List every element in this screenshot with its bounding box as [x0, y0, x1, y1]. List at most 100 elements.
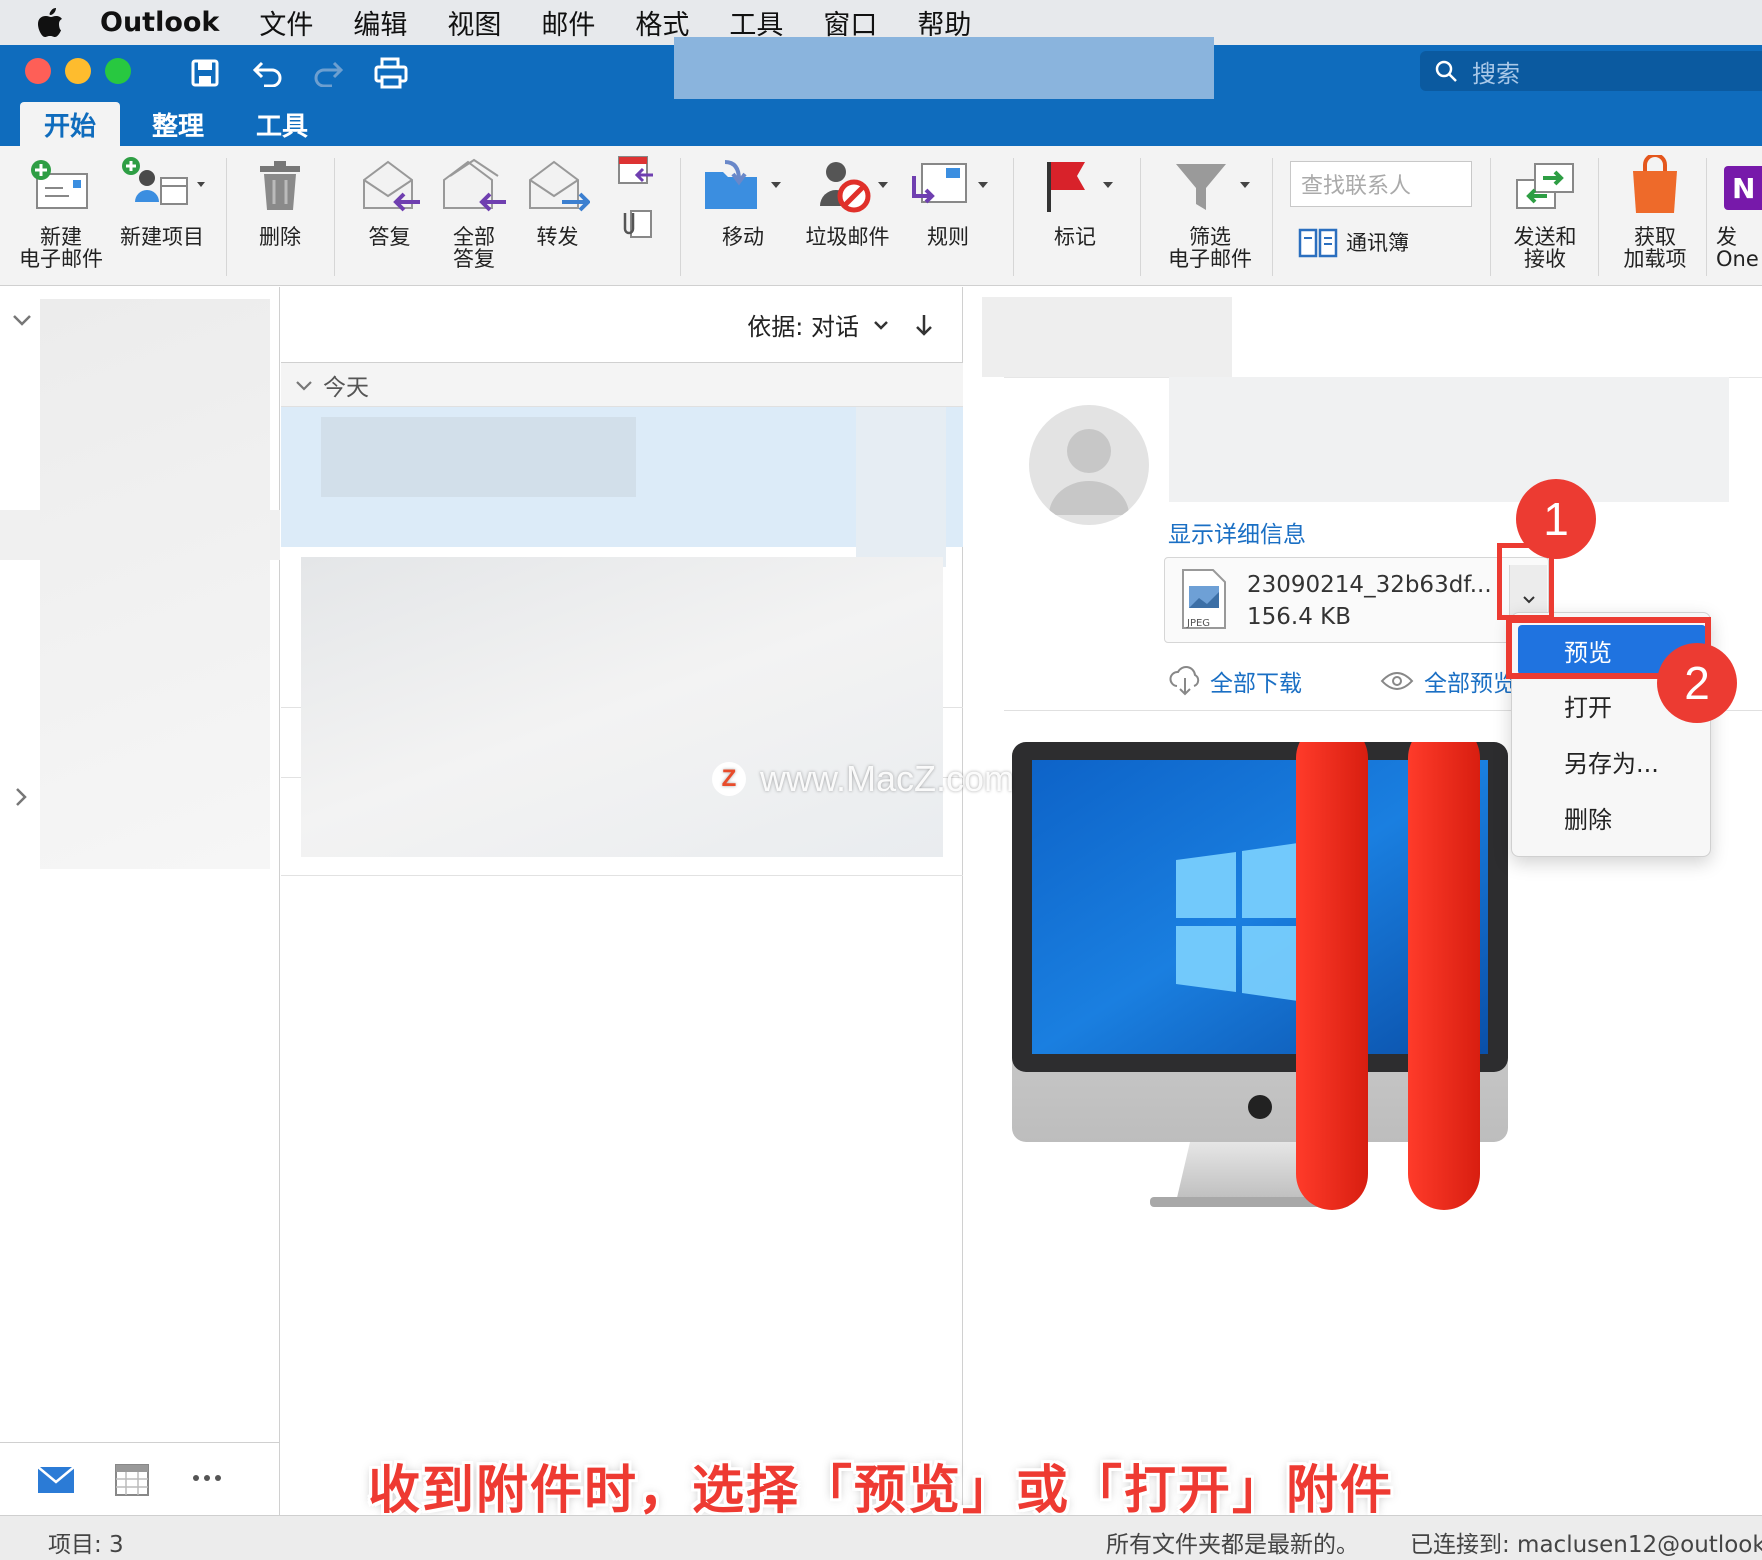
- forward-button[interactable]: 转发: [520, 146, 595, 248]
- search-box[interactable]: 搜索: [1420, 51, 1762, 91]
- download-all-button[interactable]: 全部下载: [1168, 664, 1302, 698]
- trash-icon: [258, 146, 302, 226]
- watermark: Z www.MacZ.com: [712, 758, 1014, 800]
- sender-avatar: [1029, 405, 1149, 525]
- new-email-button[interactable]: 新建 电子邮件: [18, 146, 104, 270]
- app-name-menu[interactable]: Outlook: [100, 7, 219, 38]
- minimize-window-button[interactable]: [65, 58, 91, 84]
- save-icon[interactable]: [187, 55, 223, 91]
- undo-icon[interactable]: [250, 55, 286, 91]
- preview-all-button[interactable]: 全部预览: [1380, 664, 1520, 698]
- reply-all-button[interactable]: 全部 答复: [434, 146, 514, 270]
- rules-label: 规则: [927, 225, 969, 249]
- ribbon-divider: [334, 158, 335, 276]
- chevron-down-icon: [296, 380, 312, 391]
- tutorial-caption: 收到附件时，选择「预览」或「打开」附件: [367, 1461, 1394, 1521]
- menu-item-delete[interactable]: 删除: [1512, 792, 1712, 842]
- ribbon-divider: [1598, 158, 1599, 276]
- sort-bar: 依据: 对话: [281, 287, 963, 363]
- send-to-onenote-button[interactable]: N 发 One: [1716, 146, 1762, 270]
- menu-edit[interactable]: 编辑: [353, 3, 407, 42]
- tab-home[interactable]: 开始: [20, 102, 121, 146]
- zoom-window-button[interactable]: [105, 58, 131, 84]
- junk-label: 垃圾邮件: [805, 225, 890, 249]
- chevron-down-icon[interactable]: [12, 313, 32, 327]
- funnel-icon: [1168, 146, 1252, 226]
- menu-view[interactable]: 视图: [447, 3, 501, 42]
- outlook-window: Outlook 文件 编辑 视图 邮件 格式 工具 窗口 帮助 搜索 开始 整理…: [0, 0, 1762, 1560]
- flag-label: 标记: [1054, 225, 1096, 249]
- sort-by-dropdown[interactable]: 依据: 对话: [747, 307, 859, 342]
- move-folder-icon: [701, 146, 785, 226]
- address-book-button[interactable]: 通讯簿: [1298, 226, 1409, 258]
- message-list: 依据: 对话 今天: [281, 287, 963, 1515]
- preview-all-label: 全部预览: [1424, 671, 1516, 697]
- group-header-today[interactable]: 今天: [281, 363, 963, 407]
- store-bag-icon: [1627, 146, 1683, 226]
- attachment-button[interactable]: [610, 198, 660, 248]
- sort-direction-arrow-icon[interactable]: [915, 313, 933, 337]
- rules-icon: [906, 146, 990, 226]
- eye-icon: [1380, 672, 1414, 690]
- rules-button[interactable]: 规则: [905, 146, 991, 248]
- send-receive-label: 发送和 接收: [1513, 225, 1577, 271]
- ribbon-tab-bar: 开始 整理 工具: [0, 100, 1762, 146]
- redo-icon[interactable]: [310, 55, 346, 91]
- calendar-reply-icon: [615, 146, 655, 196]
- attachment-card[interactable]: JPEG 23090214_32b63df... 156.4 KB: [1164, 557, 1549, 643]
- new-email-icon: [29, 146, 93, 226]
- download-all-label: 全部下载: [1210, 671, 1302, 697]
- delete-button[interactable]: 删除: [245, 146, 315, 248]
- tab-organize[interactable]: 整理: [128, 102, 228, 146]
- new-email-label: 新建 电子邮件: [19, 225, 103, 271]
- print-icon[interactable]: [373, 55, 409, 91]
- attachment-size: 156.4 KB: [1247, 604, 1352, 630]
- ribbon-divider: [1490, 158, 1491, 276]
- delete-label: 删除: [259, 225, 301, 249]
- ribbon-divider: [1706, 158, 1707, 276]
- paperclip-icon: [615, 198, 655, 248]
- file-type-label: JPEG: [1187, 618, 1211, 629]
- tab-tools[interactable]: 工具: [232, 102, 332, 146]
- chevron-down-icon[interactable]: [873, 319, 889, 331]
- selected-message-row[interactable]: [281, 407, 963, 567]
- step-badge-1: 1: [1516, 479, 1596, 559]
- filter-email-label: 筛选 电子邮件: [1168, 225, 1252, 271]
- reply-icon: [358, 146, 422, 226]
- menu-file[interactable]: 文件: [259, 3, 313, 42]
- subject-blurred: [982, 297, 1232, 377]
- menu-item-save-as[interactable]: 另存为...: [1512, 736, 1712, 786]
- window-title-blurred: [674, 37, 1214, 99]
- send-receive-button[interactable]: 发送和 接收: [1500, 146, 1590, 270]
- junk-button[interactable]: 垃圾邮件: [800, 146, 895, 248]
- message-preview-blurred: [321, 417, 636, 497]
- apple-icon[interactable]: [0, 7, 100, 39]
- close-window-button[interactable]: [25, 58, 51, 84]
- find-contact-input[interactable]: 查找联系人: [1290, 161, 1472, 207]
- new-item-label: 新建项目: [120, 225, 204, 249]
- watermark-text: www.MacZ.com: [760, 758, 1015, 799]
- forward-label: 转发: [536, 225, 579, 249]
- address-book-icon: [1298, 228, 1338, 258]
- meeting-reply-button[interactable]: [610, 146, 660, 196]
- reading-pane: 显示详细信息 JPEG 23090214_32b63df... 156.4 KB…: [964, 287, 1762, 1515]
- menu-message[interactable]: 邮件: [541, 3, 595, 42]
- search-placeholder: 搜索: [1472, 59, 1520, 88]
- address-book-label: 通讯簿: [1346, 231, 1409, 255]
- move-button[interactable]: 移动: [700, 146, 786, 248]
- reply-button[interactable]: 答复: [352, 146, 427, 248]
- flag-icon: [1035, 146, 1115, 226]
- search-icon: [1435, 60, 1457, 82]
- onenote-icon: N: [1716, 146, 1762, 226]
- attachment-name: 23090214_32b63df...: [1247, 572, 1492, 598]
- reply-all-label: 全部 答复: [453, 225, 495, 271]
- chevron-right-icon[interactable]: [14, 787, 28, 807]
- connection-status: 已连接到: maclusen12@outlook: [1410, 1532, 1762, 1558]
- get-addins-button[interactable]: 获取 加载项: [1610, 146, 1700, 270]
- new-item-button[interactable]: 新建项目: [112, 146, 212, 248]
- ribbon-divider: [226, 158, 227, 276]
- get-addins-label: 获取 加载项: [1623, 225, 1687, 271]
- show-details-link[interactable]: 显示详细信息: [1168, 515, 1306, 549]
- filter-email-button[interactable]: 筛选 电子邮件: [1160, 146, 1260, 270]
- flag-button[interactable]: 标记: [1035, 146, 1115, 248]
